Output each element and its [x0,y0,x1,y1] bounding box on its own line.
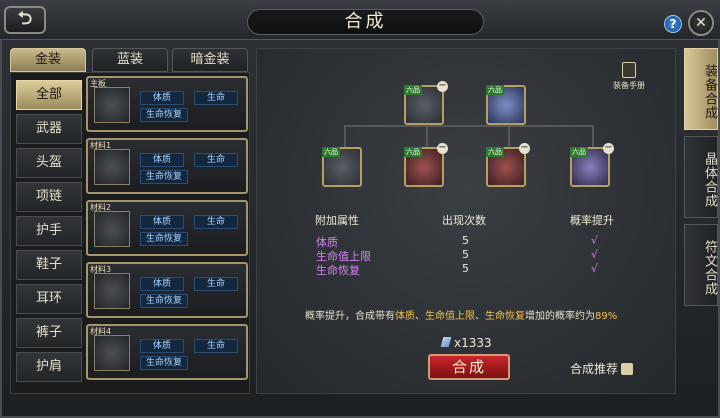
attr-tag: 体质 [140,215,184,229]
desc-text: 概率提升，合成带有 [305,311,395,322]
category-shoulder[interactable]: 护肩 [16,352,82,382]
desc-attr: 生命恢复 [485,311,525,322]
manual-label: 装备手册 [613,81,645,90]
row-count: 5 [462,248,469,261]
remove-icon[interactable]: − [603,143,614,154]
remove-icon[interactable]: − [437,81,448,92]
category-all[interactable]: 全部 [16,80,82,110]
grade-badge: 六品 [486,85,504,95]
grade-badge: 六品 [486,147,504,157]
cost-value: x1333 [454,336,492,350]
desc-attr: 体质 [395,311,415,322]
recommend-icon [621,363,634,375]
category-earring[interactable]: 耳环 [16,284,82,314]
header-extra-attr: 附加属性 [315,214,359,227]
tree-connector [508,125,510,147]
material-node-3[interactable]: 六品 − [486,143,530,187]
tree-connector [344,125,594,127]
side-tab-crystal-synthesis[interactable]: 晶体合成 [684,136,718,218]
category-gloves[interactable]: 护手 [16,216,82,246]
material-node-1[interactable]: 六品 [322,147,362,187]
category-shoes[interactable]: 鞋子 [16,250,82,280]
check-icon: √ [591,234,599,247]
grade-badge: 六品 [322,147,340,157]
tree-connector [592,125,594,147]
attr-tag: 生命恢复 [140,356,188,370]
slot-material-1[interactable]: 材料1 体质 生命 生命恢复 [86,138,248,194]
attr-tag: 生命 [194,91,238,105]
attr-tag: 体质 [140,277,184,291]
category-pants[interactable]: 裤子 [16,318,82,348]
remove-icon[interactable]: − [437,143,448,154]
side-tab-equip-synthesis[interactable]: 装备合成 [684,48,718,130]
side-tab-rune-synthesis[interactable]: 符文合成 [684,224,718,306]
grade-badge: 六品 [404,85,422,95]
material-node-4[interactable]: 六品 − [570,143,614,187]
probability-description: 概率提升，合成带有体质、生命值上限、生命恢复增加的概率约为89% [305,307,675,322]
close-icon[interactable]: ✕ [688,10,714,36]
remove-icon[interactable]: − [519,143,530,154]
desc-text: 增加的概率约为 [525,311,595,322]
armor-icon [94,335,130,371]
equipment-manual-button[interactable]: 装备手册 [604,62,654,91]
tree-connector [344,125,346,147]
scroll-node[interactable]: 六品 [486,85,526,125]
cost-display: x1333 [440,336,492,350]
attr-tag: 体质 [140,91,184,105]
attr-tag: 体质 [140,153,184,167]
attr-tag: 体质 [140,339,184,353]
header-occurrences: 出现次数 [442,214,486,227]
result-armor-node[interactable]: 六品 − [404,81,448,125]
armor-icon [94,211,130,247]
combine-recommend-button[interactable]: 合成推荐 [570,360,634,377]
back-button[interactable]: ⮌ [4,6,46,34]
category-weapon[interactable]: 武器 [16,114,82,144]
attr-tag: 生命恢复 [140,108,188,122]
material-node-2[interactable]: 六品 − [404,143,448,187]
tab-gold-equip[interactable]: 金装 [10,48,86,72]
recommend-label: 合成推荐 [570,362,619,376]
desc-sep: 、 [475,311,485,322]
book-icon [622,62,636,78]
desc-attr: 生命值上限 [425,311,475,322]
attr-tag: 生命恢复 [140,170,188,184]
attr-tag: 生命 [194,277,238,291]
attr-tag: 生命 [194,339,238,353]
combine-button[interactable]: 合成 [428,354,510,380]
slot-material-3[interactable]: 材料3 体质 生命 生命恢复 [86,262,248,318]
page-title: 合成 [247,9,484,35]
armor-icon [94,273,130,309]
check-icon: √ [591,262,599,275]
check-icon: √ [591,248,599,261]
row-count: 5 [462,262,469,275]
desc-sep: 、 [415,311,425,322]
help-icon[interactable]: ? [664,15,682,33]
slot-main[interactable]: 主板 体质 生命 生命恢复 [86,76,248,132]
slot-material-4[interactable]: 材料4 体质 生命 生命恢复 [86,324,248,380]
tree-connector [426,125,428,147]
grade-badge: 六品 [404,147,422,157]
slot-material-2[interactable]: 材料2 体质 生命 生命恢复 [86,200,248,256]
row-attr: 生命恢复 [316,264,360,277]
category-necklace[interactable]: 项链 [16,182,82,212]
attr-tag: 生命恢复 [140,294,188,308]
attr-tag: 生命恢复 [140,232,188,246]
tab-blue-equip[interactable]: 蓝装 [92,48,168,72]
row-count: 5 [462,234,469,247]
header-probability: 概率提升 [570,214,614,227]
attr-tag: 生命 [194,153,238,167]
tab-dark-gold-equip[interactable]: 暗金装 [172,48,248,72]
title-bar: ⮌ 合成 ? ✕ [0,0,720,40]
category-helmet[interactable]: 头盔 [16,148,82,178]
gem-icon [440,337,452,347]
armor-icon [94,149,130,185]
attr-tag: 生命 [194,215,238,229]
desc-percent: 89% [595,311,618,322]
back-arrow-icon: ⮌ [17,8,33,29]
armor-icon [94,87,130,123]
grade-badge: 六品 [570,147,588,157]
